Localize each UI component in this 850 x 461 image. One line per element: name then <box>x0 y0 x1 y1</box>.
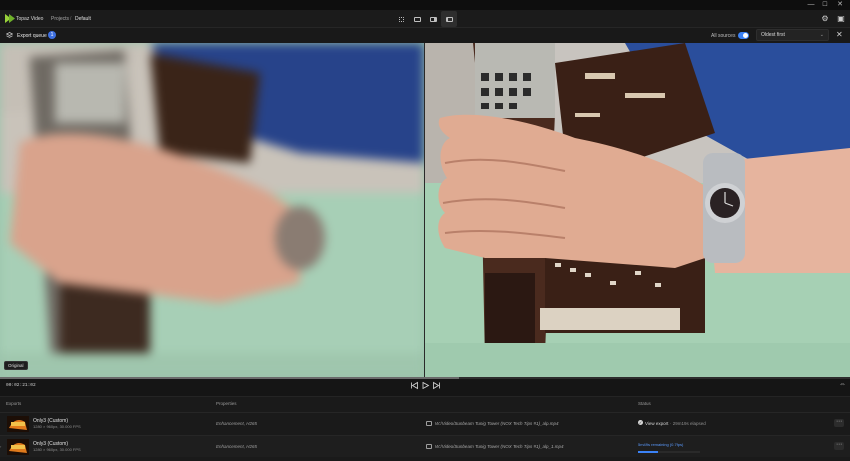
view-split-button[interactable] <box>425 11 441 27</box>
breadcrumb-projects[interactable]: Projects <box>51 16 69 22</box>
minimize-button[interactable]: — <box>804 0 818 10</box>
column-header-properties: Properties <box>216 401 237 406</box>
settings-gear-icon[interactable]: ⚙ <box>820 14 830 24</box>
export-thumbnail <box>7 416 29 432</box>
view-export-link[interactable]: View export <box>645 421 668 426</box>
app-name: Topaz Video <box>16 16 44 22</box>
original-frame-image <box>0 43 424 377</box>
table-row[interactable]: › Only3 (Custom) 1280 × 960px, 30.000 FP… <box>0 435 850 457</box>
frame-view-icon <box>413 16 421 22</box>
thumbnail-image <box>7 416 29 432</box>
export-queue-title: Export queue <box>17 33 47 39</box>
row-handle-icon: › <box>0 444 2 449</box>
topaz-logo-icon <box>5 14 15 23</box>
previous-frame-button[interactable] <box>410 381 419 390</box>
view-side-by-side-button[interactable] <box>441 11 457 27</box>
folder-icon[interactable] <box>426 444 432 449</box>
export-path: W:/Video/Sunbeam Tunig Tower (NOX Tech T… <box>435 421 559 426</box>
more-options-button[interactable]: ⋯ <box>834 442 844 450</box>
export-panel-icon[interactable]: ▣ <box>836 14 846 24</box>
thumbnail-image <box>7 439 29 455</box>
app-header: Topaz Video Projects / Default ⚙ ▣ <box>0 10 850 28</box>
export-elapsed: · 29m19s elapsed <box>670 421 706 426</box>
export-path: W:/Video/Sunbeam Tunig Tower (NOX Tech T… <box>435 444 564 449</box>
expand-arrows-icon[interactable]: ⇔ <box>839 381 846 388</box>
play-icon <box>422 381 430 390</box>
original-pane <box>0 43 424 377</box>
export-progress-text: 5m49s remaining (0.7fps) <box>638 442 684 447</box>
scrubber-fill <box>0 377 459 379</box>
play-button[interactable] <box>421 381 430 390</box>
window-titlebar: — ☐ ✕ <box>0 0 850 10</box>
enhanced-pane <box>425 43 850 377</box>
timecode: 00:02:21:02 <box>6 383 36 388</box>
sort-order-select[interactable]: Oldest first ⌄ <box>756 29 829 41</box>
side-by-side-view-icon <box>445 16 453 22</box>
timeline-bar: 00:02:21:02 ⇔ <box>0 377 850 396</box>
sort-selected-value: Oldest first <box>761 32 785 38</box>
all-sources-label: All sources <box>711 33 736 39</box>
table-row[interactable]: Only3 (Custom) 1280 × 960px, 30.000 FPS … <box>0 412 850 434</box>
breadcrumb-separator: / <box>70 16 72 22</box>
step-forward-icon <box>433 381 440 390</box>
more-options-button[interactable]: ⋯ <box>834 419 844 427</box>
layers-icon <box>6 32 13 38</box>
window-close-button[interactable]: ✕ <box>833 0 847 10</box>
scrubber-track[interactable] <box>0 377 850 379</box>
view-single-button[interactable] <box>393 11 409 27</box>
all-sources-toggle[interactable] <box>738 32 749 39</box>
export-progress-bar <box>638 451 700 453</box>
check-icon: ✓ <box>638 420 643 425</box>
export-queue-bar: Export queue 1 All sources Oldest first … <box>0 28 850 43</box>
split-view-icon <box>429 16 437 22</box>
exports-table: Exports Properties Status Only3 (Custom)… <box>0 396 850 461</box>
video-preview[interactable]: Original <box>0 43 850 377</box>
column-header-status: Status <box>638 401 651 406</box>
column-header-exports: Exports <box>6 401 22 406</box>
queue-count-badge: 1 <box>48 31 56 39</box>
close-queue-button[interactable]: ✕ <box>836 30 843 40</box>
enhanced-frame-image <box>425 43 850 377</box>
folder-icon[interactable] <box>426 421 432 426</box>
view-original-button[interactable] <box>409 11 425 27</box>
original-label-tag: Original <box>4 361 28 370</box>
next-frame-button[interactable] <box>432 381 441 390</box>
chevron-down-icon: ⌄ <box>819 32 824 38</box>
export-specs: 1280 × 960px, 30.000 FPS <box>33 424 81 429</box>
export-progress-fill <box>638 451 658 453</box>
single-view-icon <box>398 16 404 22</box>
breadcrumb-default[interactable]: Default <box>75 16 91 22</box>
export-properties: Enhancement, H265 <box>216 421 258 426</box>
export-properties: Enhancement, H265 <box>216 444 258 449</box>
maximize-button[interactable]: ☐ <box>818 0 832 10</box>
export-specs: 1280 × 960px, 30.000 FPS <box>33 447 81 452</box>
step-back-icon <box>411 381 418 390</box>
export-thumbnail <box>7 439 29 455</box>
